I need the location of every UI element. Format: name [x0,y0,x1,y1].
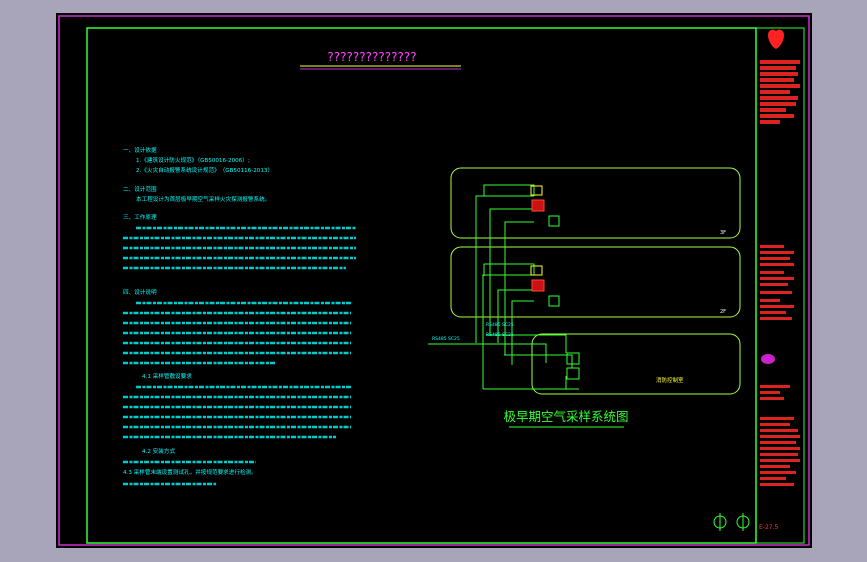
zone-lower-floor [450,246,741,318]
zone-control-room [531,333,741,395]
note-sub-4-2: 4.2 安装方式 [142,447,175,455]
label-bus-2: RS485 SC25 [432,336,460,342]
inner-frame [86,27,757,544]
sampling-unit-lower [531,279,545,292]
sheet-number: E-27.5 [759,524,778,531]
note-heading-description: 四、设计说明 [123,288,157,296]
cad-drawing: ?????????????? 一、设计依据 1.《建筑设计防火规范》（GB500… [58,15,810,546]
note-basis-1: 1.《建筑设计防火规范》（GB50016-2006）; [136,156,250,164]
outer-frame [58,15,810,546]
note-heading-basis: 一、设计依据 [123,146,157,154]
note-sub-4-1: 4.1 采样管敷设要求 [142,372,192,380]
title-block: E-27.5 [713,29,800,531]
drawing-canvas: ?????????????? 一、设计依据 1.《建筑设计防火规范》（GB500… [56,13,812,548]
company-logo [768,29,784,49]
note-basis-2: 2.《火灾自动报警系统设计规范》 （GB50116-2013） [136,166,273,174]
note-description-body [123,301,351,365]
module-lower [548,295,560,307]
device-control-room [566,352,580,380]
note-sub-4-3: 4.3 采样管末端设置测试孔，并按规范要求进行检测。 [123,468,257,476]
titleblock-text-blocks [760,60,800,486]
note-scope-1: 本工程设计为首层极早期空气采样火灾探测报警系统。 [136,195,270,203]
design-notes: 一、设计依据 1.《建筑设计防火规范》（GB50016-2006）; 2.《火灾… [123,146,356,486]
device-upper-floor [530,185,560,227]
diagram-title: 极早期空气采样系统图 [503,409,628,424]
header-title: ?????????????? [327,50,416,64]
controller-2 [566,367,580,380]
label-floor-lower: 2F [720,309,726,315]
seal-mark [761,354,775,364]
label-floor-upper: 3F [720,230,726,236]
label-bus-1: RS485 SC25 [486,322,514,328]
label-control-room: 消防控制室 [656,376,684,384]
note-principle-body [123,226,356,270]
detector-lower [530,265,543,276]
sampling-unit-upper [531,199,545,212]
detector-upper [530,185,543,196]
note-heading-scope: 二、设计范围 [123,185,157,193]
note-sub-4-1-body [123,385,351,439]
north-symbols [713,513,750,531]
zone-upper-floor [450,167,741,239]
note-heading-principle: 三、工作原理 [123,213,157,221]
label-bus-3: RS485 SC25 [486,332,514,338]
device-lower-floor [530,265,560,307]
module-upper [548,215,560,227]
